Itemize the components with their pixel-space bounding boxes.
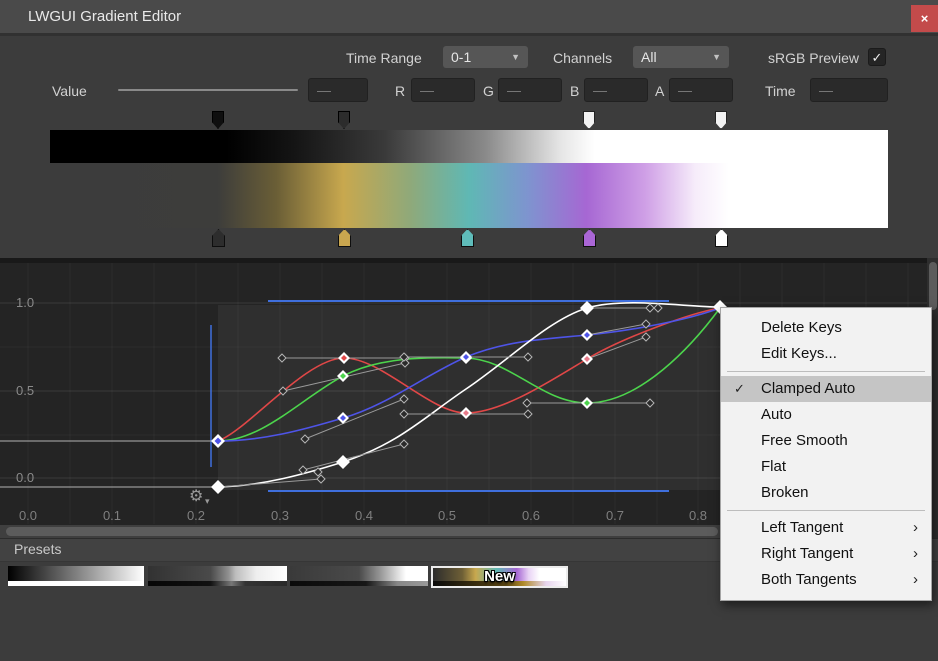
g-label: G — [483, 83, 494, 99]
x-tick: 0.1 — [103, 508, 121, 523]
chevron-right-icon: › — [913, 567, 918, 593]
y-tick-0: 0.0 — [16, 470, 34, 485]
x-tick: 0.8 — [689, 508, 707, 523]
close-button[interactable]: × — [911, 5, 938, 32]
a-field[interactable]: — — [669, 78, 733, 102]
time-label: Time — [765, 83, 796, 99]
panel-top-edge — [0, 258, 938, 263]
presets-header: Presets — [14, 541, 61, 557]
color-key-marker[interactable] — [212, 229, 225, 247]
preset-swatch-1[interactable] — [8, 566, 144, 586]
b-label: B — [570, 83, 579, 99]
menu-item-flat[interactable]: Flat — [721, 454, 931, 480]
x-tick: 0.0 — [19, 508, 37, 523]
preset-swatch-3[interactable] — [290, 566, 428, 586]
time-range-dropdown[interactable]: 0-1 ▼ — [443, 46, 528, 68]
menu-separator — [727, 371, 925, 372]
menu-separator — [727, 510, 925, 511]
channels-label: Channels — [553, 50, 612, 66]
context-menu: Delete Keys Edit Keys... ✓ Clamped Auto … — [720, 307, 932, 601]
color-key-marker[interactable] — [583, 229, 596, 247]
color-key-marker[interactable] — [338, 229, 351, 247]
menu-item-free-smooth[interactable]: Free Smooth — [721, 428, 931, 454]
x-tick: 0.6 — [522, 508, 540, 523]
color-key-marker[interactable] — [461, 229, 474, 247]
gear-caret-icon[interactable]: ▾ — [205, 496, 210, 506]
chevron-down-icon: ▼ — [511, 52, 520, 62]
title-bar: LWGUI Gradient Editor × — [0, 0, 938, 36]
horizontal-scrollbar-thumb[interactable] — [6, 527, 718, 536]
channels-value: All — [641, 49, 657, 65]
gradient-alpha-strip[interactable] — [50, 130, 888, 163]
menu-item-clamped-auto[interactable]: ✓ Clamped Auto — [721, 376, 931, 402]
menu-item-both-tangents[interactable]: Both Tangents › — [721, 567, 931, 593]
value-slider[interactable] — [118, 89, 298, 91]
menu-item-auto[interactable]: Auto — [721, 402, 931, 428]
preset-swatch-new[interactable]: New — [431, 566, 568, 588]
x-tick: 0.5 — [438, 508, 456, 523]
srgb-preview-label: sRGB Preview — [768, 50, 859, 66]
gradient-color-strip[interactable] — [50, 163, 888, 228]
srgb-preview-checkbox[interactable]: ✓ — [868, 48, 886, 66]
gear-icon[interactable]: ⚙ — [189, 488, 203, 505]
g-field[interactable]: — — [498, 78, 562, 102]
alpha-key-marker[interactable] — [212, 111, 224, 129]
menu-item-edit-keys[interactable]: Edit Keys... — [721, 341, 931, 367]
window-title: LWGUI Gradient Editor — [28, 8, 181, 25]
r-label: R — [395, 83, 405, 99]
preset-new-label: New — [433, 568, 566, 585]
menu-item-right-tangent[interactable]: Right Tangent › — [721, 541, 931, 567]
vertical-scrollbar-thumb[interactable] — [929, 262, 937, 310]
chevron-right-icon: › — [913, 515, 918, 541]
x-tick: 0.4 — [355, 508, 373, 523]
x-tick: 0.7 — [606, 508, 624, 523]
chevron-down-icon: ▼ — [712, 52, 721, 62]
value-field[interactable]: — — [308, 78, 368, 102]
check-icon: ✓ — [734, 376, 745, 402]
value-label: Value — [52, 83, 87, 99]
alpha-key-marker[interactable] — [583, 111, 595, 129]
menu-item-delete-keys[interactable]: Delete Keys — [721, 315, 931, 341]
menu-item-broken[interactable]: Broken — [721, 480, 931, 506]
alpha-key-marker[interactable] — [338, 111, 350, 129]
y-tick-1: 1.0 — [16, 295, 34, 310]
r-field[interactable]: — — [411, 78, 475, 102]
color-key-marker[interactable] — [715, 229, 728, 247]
time-range-value: 0-1 — [451, 49, 471, 65]
preset-swatch-2[interactable] — [148, 566, 287, 586]
x-tick: 0.2 — [187, 508, 205, 523]
time-range-label: Time Range — [346, 50, 422, 66]
channels-dropdown[interactable]: All ▼ — [633, 46, 729, 68]
b-field[interactable]: — — [584, 78, 648, 102]
check-icon: ✓ — [872, 50, 883, 65]
y-tick-05: 0.5 — [16, 383, 34, 398]
menu-item-left-tangent[interactable]: Left Tangent › — [721, 515, 931, 541]
x-tick: 0.3 — [271, 508, 289, 523]
chevron-right-icon: › — [913, 541, 918, 567]
alpha-key-marker[interactable] — [715, 111, 727, 129]
time-field[interactable]: — — [810, 78, 888, 102]
a-label: A — [655, 83, 664, 99]
